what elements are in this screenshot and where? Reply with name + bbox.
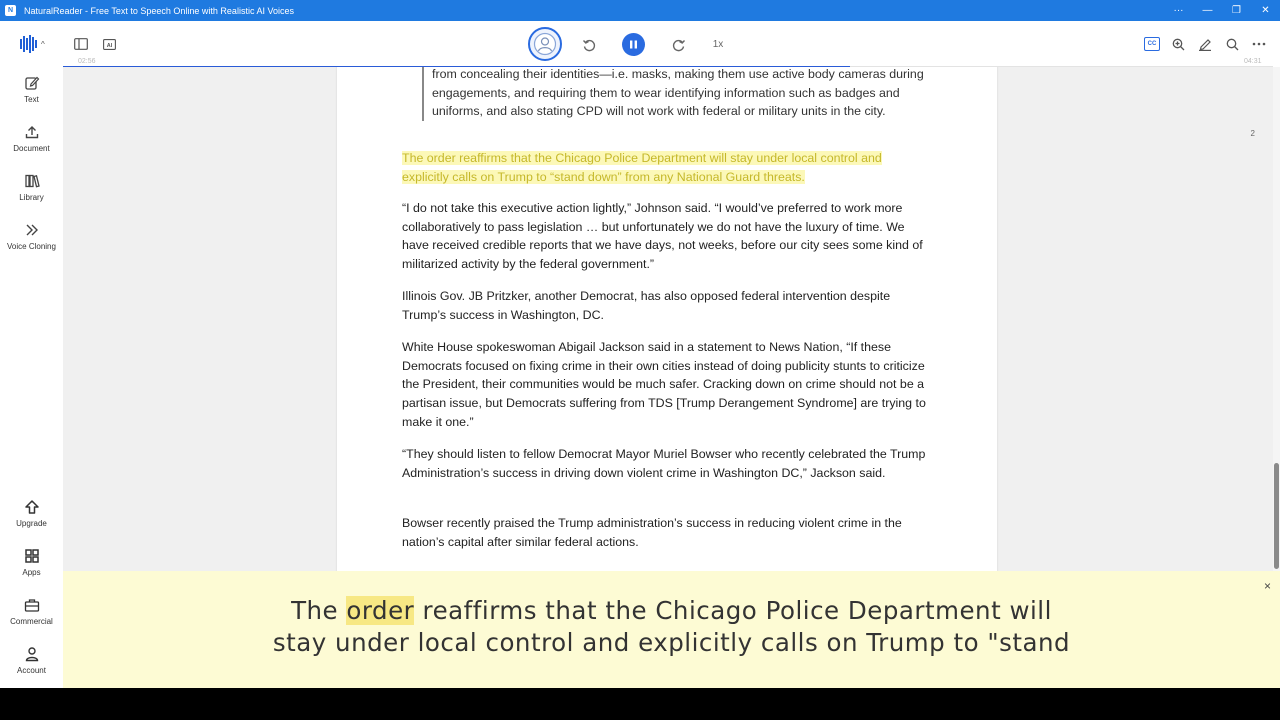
paragraph[interactable]: Bowser recently praised the Trump admini…	[402, 514, 932, 551]
blockquote-text: from concealing their identities—i.e. ma…	[432, 67, 924, 119]
pause-button[interactable]	[622, 33, 645, 56]
svg-text:AI: AI	[106, 42, 112, 48]
more-options-button[interactable]: ···	[1164, 0, 1193, 21]
more-icon[interactable]	[1250, 36, 1268, 52]
app-icon: N	[5, 5, 16, 16]
highlighted-sentence[interactable]: The order reaffirms that the Chicago Pol…	[402, 149, 932, 186]
minimize-button[interactable]: —	[1193, 0, 1222, 21]
close-window-button[interactable]: ✕	[1251, 0, 1280, 21]
highlight-pen-icon[interactable]	[1196, 36, 1214, 52]
sidebar-item-label: Text	[24, 95, 39, 104]
pause-icon	[630, 40, 637, 49]
caption-after: reaffirms that the Chicago Police Depart…	[414, 596, 1052, 625]
sidebar-item-library[interactable]: Library	[0, 171, 63, 202]
scrollbar[interactable]	[1273, 67, 1280, 571]
briefcase-icon	[22, 595, 42, 615]
taskbar-area	[0, 688, 1280, 720]
forward-icon[interactable]	[670, 36, 688, 54]
player-toolbar: AI 1x CC	[63, 21, 1280, 67]
caption-line2: stay under local control and explicitly …	[272, 628, 1071, 657]
scrollbar-thumb[interactable]	[1274, 463, 1279, 569]
ai-icon[interactable]: AI	[101, 36, 117, 52]
naturalreader-logo[interactable]: ^	[20, 35, 52, 53]
paragraph[interactable]: White House spokeswoman Abigail Jackson …	[402, 338, 932, 432]
caption-before: The	[291, 596, 347, 625]
title-bar: N NaturalReader - Free Text to Speech On…	[0, 0, 1280, 21]
sidebar-item-document[interactable]: Document	[0, 122, 63, 153]
chevron-up-icon: ^	[41, 39, 45, 49]
person-icon	[22, 644, 42, 664]
time-elapsed: 02:56	[78, 58, 96, 65]
sidebar-item-label: Account	[17, 666, 46, 675]
blockquote: from concealing their identities—i.e. ma…	[422, 67, 924, 122]
sidebar: ^ Text Document Library Voice Cloning Up…	[0, 21, 63, 688]
pencil-square-icon	[22, 73, 42, 93]
sidebar-item-label: Document	[13, 144, 50, 153]
grid-icon	[22, 546, 42, 566]
page-number: 2	[1250, 129, 1255, 138]
sidebar-item-apps[interactable]: Apps	[0, 546, 63, 577]
voice-person-icon	[533, 32, 557, 56]
sidebar-item-label: Apps	[22, 568, 41, 577]
sidebar-toggle-icon[interactable]	[73, 36, 89, 52]
sidebar-item-label: Upgrade	[16, 519, 47, 528]
document-page: from concealing their identities—i.e. ma…	[337, 67, 997, 571]
sidebar-item-upgrade[interactable]: Upgrade	[0, 497, 63, 528]
time-total: 04:31	[1244, 58, 1262, 65]
voice-avatar-button[interactable]	[528, 27, 562, 61]
close-icon[interactable]: ×	[1264, 579, 1271, 593]
sidebar-item-label: Library	[19, 193, 44, 202]
caption-panel: × The order reaffirms that the Chicago P…	[63, 571, 1280, 688]
app-window: ^ Text Document Library Voice Cloning Up…	[0, 21, 1280, 688]
document-viewer: from concealing their identities—i.e. ma…	[63, 67, 1273, 571]
books-icon	[22, 171, 42, 191]
search-icon[interactable]	[1223, 36, 1241, 52]
captions-toggle[interactable]: CC	[1144, 37, 1160, 51]
sidebar-item-label: Commercial	[10, 617, 53, 626]
zoom-in-icon[interactable]	[1169, 36, 1187, 52]
rewind-icon[interactable]	[580, 36, 598, 54]
sidebar-item-voice-cloning[interactable]: Voice Cloning	[0, 220, 63, 251]
upload-icon	[22, 122, 42, 142]
sidebar-item-label: Voice Cloning	[7, 242, 56, 251]
caption-text: The order reaffirms that the Chicago Pol…	[63, 595, 1280, 659]
paragraph[interactable]: Illinois Gov. JB Pritzker, another Democ…	[402, 287, 932, 324]
sidebar-item-account[interactable]: Account	[0, 644, 63, 675]
double-chevron-icon	[22, 220, 42, 240]
speed-button[interactable]: 1x	[707, 36, 729, 52]
reading-highlight: The order reaffirms that the Chicago Pol…	[402, 151, 882, 184]
sidebar-item-commercial[interactable]: Commercial	[0, 595, 63, 626]
upgrade-arrow-icon	[22, 497, 42, 517]
window-title: NaturalReader - Free Text to Speech Onli…	[24, 5, 294, 16]
caption-current-word: order	[346, 596, 415, 625]
sidebar-item-text[interactable]: Text	[0, 73, 63, 104]
paragraph[interactable]: “They should listen to fellow Democrat M…	[402, 445, 932, 482]
paragraph[interactable]: “I do not take this executive action lig…	[402, 199, 932, 274]
restore-button[interactable]: ❐	[1222, 0, 1251, 21]
